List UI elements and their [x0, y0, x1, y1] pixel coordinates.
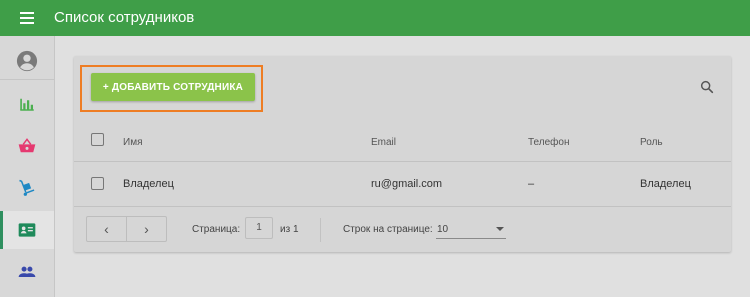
- next-page-button[interactable]: ›: [127, 217, 166, 241]
- sidebar-item-profile[interactable]: [0, 42, 54, 80]
- page-title: Список сотрудников: [54, 9, 195, 26]
- account-circle-icon: [16, 50, 38, 72]
- column-header-role[interactable]: Роль: [640, 137, 663, 148]
- table-footer: ‹ › Страница: 1 из 1 Строк на странице: …: [74, 208, 731, 252]
- rows-per-page-value: 10: [437, 224, 449, 235]
- app-bar: Список сотрудников: [0, 0, 750, 36]
- footer-divider: [320, 218, 321, 242]
- bar-chart-icon: [20, 98, 34, 111]
- page-number-input[interactable]: 1: [245, 217, 273, 239]
- table-header: Имя Email Телефон Роль: [74, 124, 731, 162]
- cell-email: ru@gmail.com: [371, 178, 443, 190]
- select-all-checkbox[interactable]: [91, 133, 104, 146]
- row-checkbox[interactable]: [91, 177, 104, 190]
- sidebar-divider: [0, 79, 54, 80]
- page-count: из 1: [280, 224, 299, 235]
- prev-page-button[interactable]: ‹: [87, 217, 127, 241]
- column-header-phone[interactable]: Телефон: [528, 137, 569, 148]
- column-header-name[interactable]: Имя: [123, 137, 142, 148]
- cell-phone: –: [528, 178, 535, 190]
- sidebar: [0, 36, 55, 297]
- sidebar-item-reports[interactable]: [0, 85, 54, 123]
- pager: ‹ ›: [86, 216, 167, 242]
- rows-per-page-select[interactable]: 10: [436, 219, 506, 239]
- shopping-basket-icon: [18, 138, 36, 153]
- cell-role: Владелец: [640, 178, 691, 190]
- sidebar-item-supply[interactable]: [0, 169, 54, 207]
- hand-truck-icon: [19, 179, 35, 196]
- sidebar-item-sales[interactable]: [0, 127, 54, 165]
- employees-card: + ДОБАВИТЬ СОТРУДНИКА Имя Email Телефон …: [74, 56, 731, 252]
- page-label: Страница:: [192, 224, 241, 235]
- search-icon[interactable]: [699, 79, 715, 95]
- id-card-icon: [18, 223, 36, 237]
- table-row[interactable]: Владелец ru@gmail.com – Владелец: [74, 163, 731, 207]
- rows-per-page-label: Строк на странице:: [343, 224, 433, 235]
- column-header-email[interactable]: Email: [371, 137, 396, 148]
- people-icon: [18, 266, 36, 277]
- add-employee-button[interactable]: + ДОБАВИТЬ СОТРУДНИКА: [91, 73, 255, 101]
- menu-icon[interactable]: [20, 12, 34, 24]
- chevron-down-icon: [496, 227, 504, 231]
- sidebar-item-employees[interactable]: [0, 211, 54, 249]
- cell-name: Владелец: [123, 178, 174, 190]
- sidebar-item-team[interactable]: [0, 253, 54, 291]
